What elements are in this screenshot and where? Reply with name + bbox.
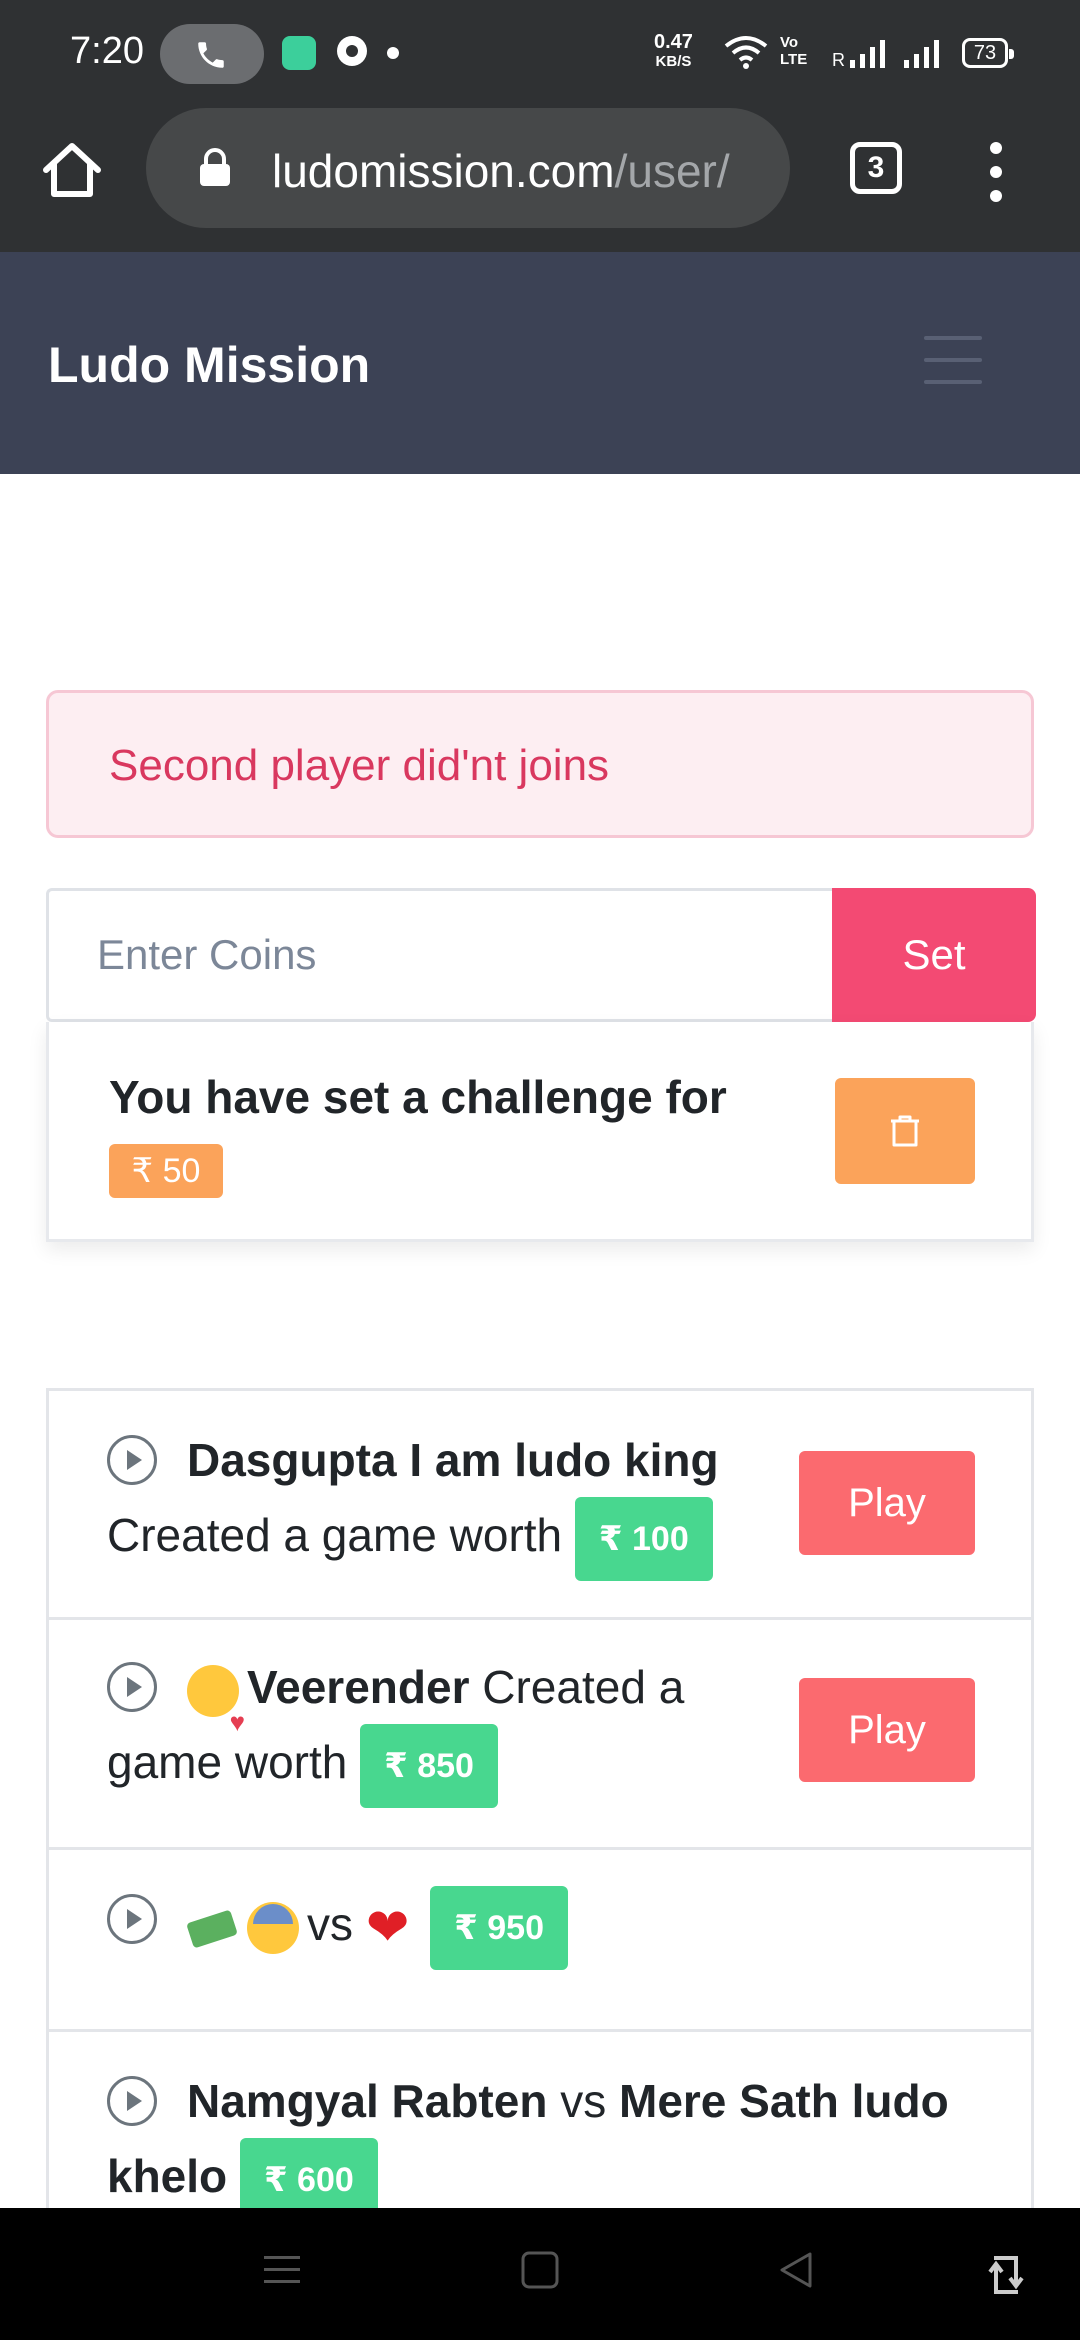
trash-icon xyxy=(891,1115,919,1147)
url-text: ludomission.com/user/ xyxy=(272,144,730,198)
url-domain: ludomission.com xyxy=(272,145,615,197)
address-bar[interactable]: ludomission.com/user/ xyxy=(146,108,790,228)
speed-unit: KB/S xyxy=(655,53,692,70)
signal-1-icon: R xyxy=(832,40,885,70)
game-action-text-cont: game worth xyxy=(107,1736,348,1789)
game-description: vs ❤ ₹ 950 xyxy=(107,1886,967,1970)
error-alert: Second player did'nt joins xyxy=(46,690,1034,838)
coins-input[interactable] xyxy=(46,888,832,1022)
volte-indicator: Vo LTE xyxy=(780,34,807,68)
more-vert-icon[interactable] xyxy=(980,142,1012,202)
games-list: Dasgupta I am ludo king Created a game w… xyxy=(46,1388,1034,2208)
tabs-icon[interactable]: 3 xyxy=(850,142,902,194)
brand-title[interactable]: Ludo Mission xyxy=(48,336,370,394)
more-notifications-dot xyxy=(387,47,399,59)
url-path: /user/ xyxy=(614,145,730,197)
anxious-face-emoji-icon xyxy=(247,1902,299,1954)
play-button[interactable]: Play xyxy=(799,1678,975,1782)
signal-2-icon xyxy=(904,40,939,68)
site-navbar: Ludo Mission xyxy=(0,252,1080,474)
rotate-icon[interactable] xyxy=(986,2250,1026,2300)
player2-name-cont: khelo xyxy=(107,2150,228,2203)
app-notification-icon xyxy=(282,36,316,70)
my-challenge-card: You have set a challenge for ₹ 50 xyxy=(46,1022,1034,1242)
roaming-label: R xyxy=(832,50,845,70)
menu-nav-icon[interactable] xyxy=(262,2250,302,2290)
media-notification-icon xyxy=(337,36,367,66)
player-name: Dasgupta I am ludo king xyxy=(187,1434,719,1486)
lock-icon xyxy=(200,148,230,186)
home-icon[interactable] xyxy=(40,138,104,202)
list-item: vs ❤ ₹ 950 xyxy=(46,1850,1034,2032)
game-action-text: Created a xyxy=(482,1661,685,1713)
volte-line1: Vo xyxy=(780,34,799,51)
player-name: Veerender xyxy=(247,1661,470,1713)
vs-text: vs xyxy=(307,1898,353,1951)
hamburger-icon[interactable] xyxy=(924,336,990,388)
game-amount-badge: ₹ 950 xyxy=(430,1886,568,1970)
call-pill[interactable] xyxy=(160,24,264,84)
volte-line2: LTE xyxy=(780,51,808,68)
square-nav-icon[interactable] xyxy=(520,2250,560,2290)
back-nav-icon[interactable] xyxy=(776,2250,816,2290)
red-heart-emoji-icon: ❤ xyxy=(365,1899,410,1957)
money-wings-emoji-icon xyxy=(187,1902,239,1954)
player1-name: Namgyal Rabten xyxy=(187,2075,548,2127)
delete-challenge-button[interactable] xyxy=(835,1078,975,1184)
challenge-text: You have set a challenge for xyxy=(109,1071,727,1123)
game-amount-badge: ₹ 850 xyxy=(360,1724,498,1808)
player2-name: Mere Sath ludo xyxy=(619,2075,949,2127)
phone-icon xyxy=(198,42,224,68)
network-speed: 0.47 KB/S xyxy=(654,32,693,72)
smiling-hearts-emoji-icon xyxy=(187,1664,245,1759)
alert-message: Second player did'nt joins xyxy=(109,741,610,790)
system-nav-bar xyxy=(0,2208,1080,2340)
play-button[interactable]: Play xyxy=(799,1451,975,1555)
challenge-amount-badge: ₹ 50 xyxy=(109,1144,223,1198)
status-bar: 7:20 0.47 KB/S Vo LTE R 73 xyxy=(0,0,1080,106)
game-description: Namgyal Rabten vs Mere Sath ludo khelo ₹… xyxy=(107,2064,1007,2208)
game-amount-badge: ₹ 100 xyxy=(574,1497,713,1581)
list-item: Dasgupta I am ludo king Created a game w… xyxy=(46,1388,1034,1620)
battery-indicator: 73 xyxy=(962,38,1014,68)
game-action-text: Created a game worth xyxy=(107,1509,563,1562)
challenge-form: Set xyxy=(46,888,1036,1022)
game-description: Dasgupta I am ludo king Created a game w… xyxy=(107,1423,807,1581)
set-button[interactable]: Set xyxy=(832,888,1036,1022)
wifi-icon xyxy=(724,36,768,69)
speed-value: 0.47 xyxy=(654,31,693,53)
game-description: Veerender Created a game worth ₹ 850 xyxy=(107,1650,807,1808)
vs-text: vs xyxy=(560,2075,607,2127)
list-item: Namgyal Rabten vs Mere Sath ludo khelo ₹… xyxy=(46,2032,1034,2208)
browser-toolbar: ludomission.com/user/ 3 xyxy=(0,106,1080,252)
game-amount-badge: ₹ 600 xyxy=(239,2138,378,2208)
list-item: Veerender Created a game worth ₹ 850 Pla… xyxy=(46,1620,1034,1850)
status-time: 7:20 xyxy=(70,30,144,72)
